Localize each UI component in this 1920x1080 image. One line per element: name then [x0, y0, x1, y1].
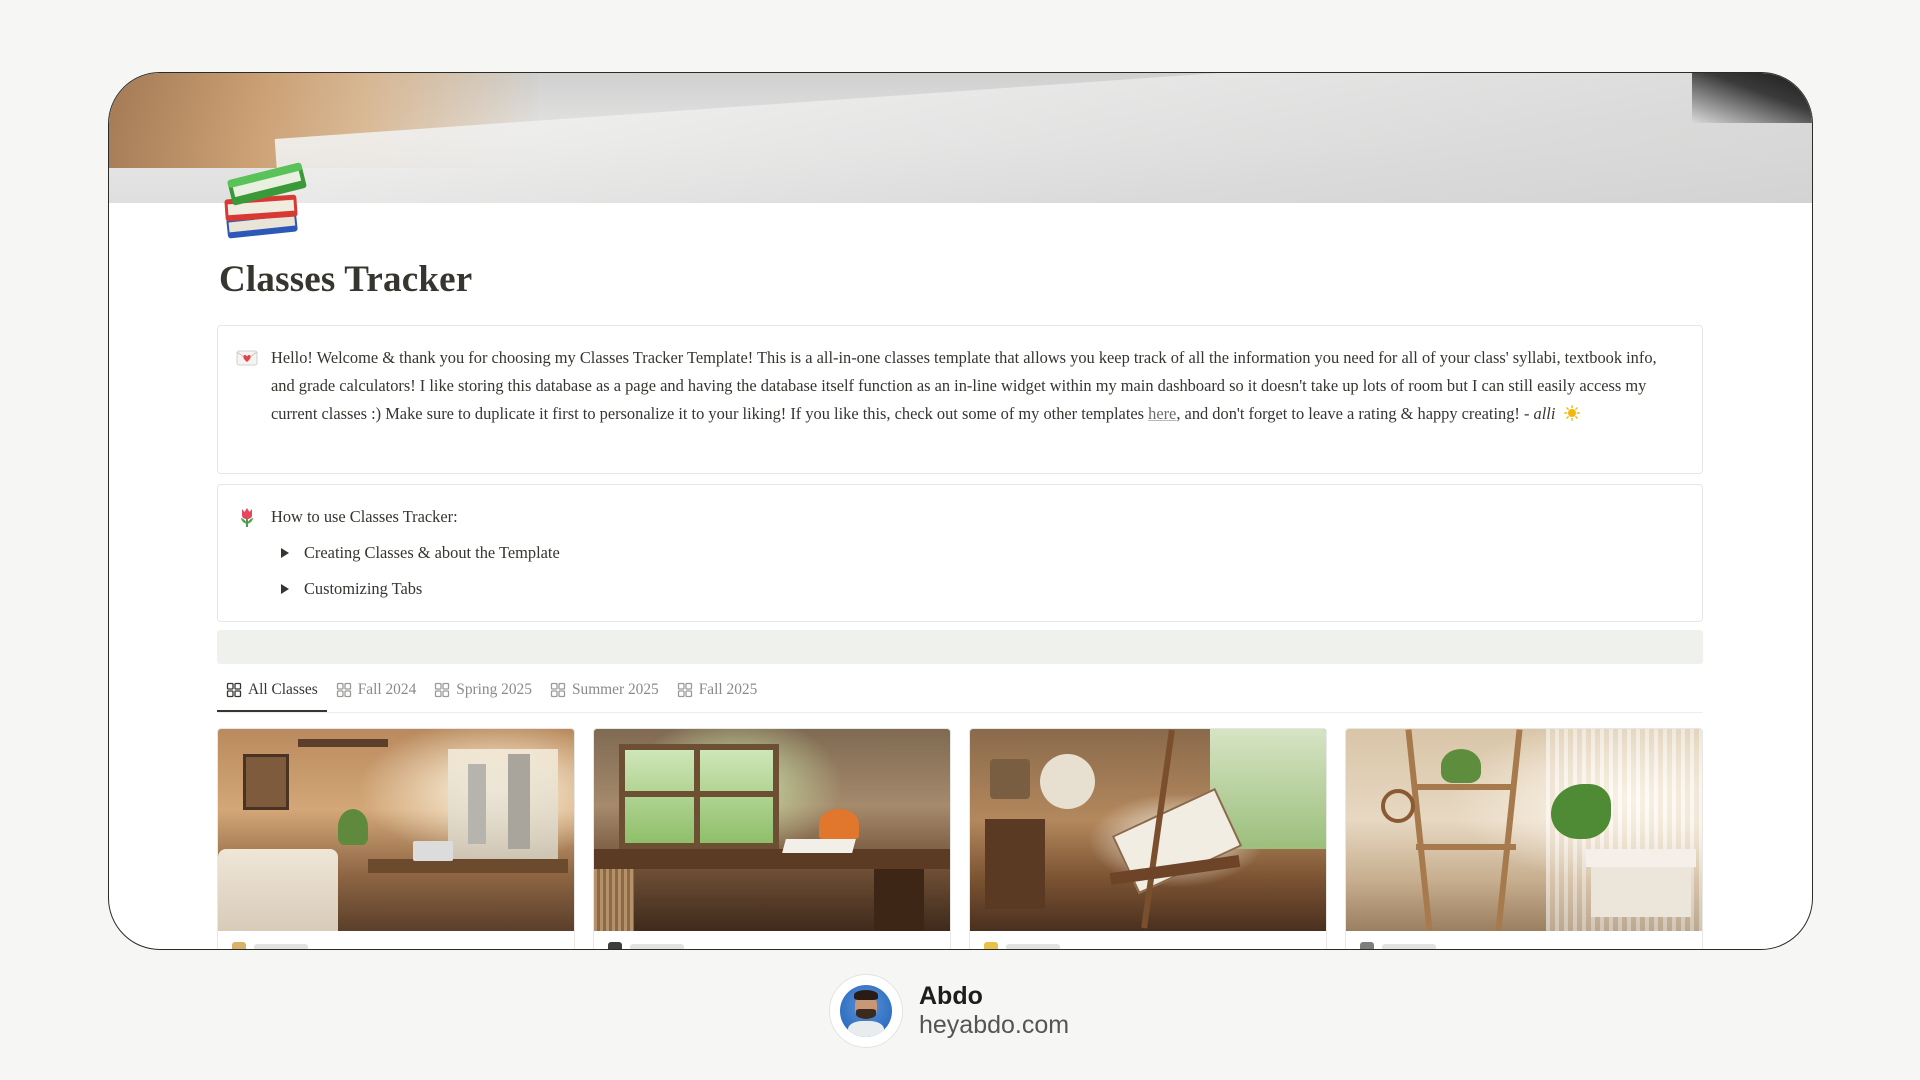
tab-fall-2024[interactable]: Fall 2024 — [327, 670, 426, 710]
gallery-card[interactable] — [1345, 728, 1703, 949]
tab-spring-2025[interactable]: Spring 2025 — [425, 670, 541, 710]
class-icon — [984, 942, 998, 949]
wooden-desk-window-photo — [594, 729, 950, 931]
tab-label: All Classes — [248, 681, 318, 698]
tab-summer-2025[interactable]: Summer 2025 — [541, 670, 668, 710]
card-footer — [594, 931, 950, 949]
page-title[interactable]: Classes Tracker — [219, 258, 472, 301]
books-icon[interactable] — [219, 153, 315, 253]
class-icon — [232, 942, 246, 949]
divider-band — [217, 630, 1703, 664]
toggle-customizing-tabs[interactable]: Customizing Tabs — [271, 575, 1672, 603]
card-footer — [970, 931, 1326, 949]
cozy-bedroom-desk-photo — [218, 729, 574, 931]
avatar[interactable] — [829, 974, 903, 1048]
class-icon — [608, 942, 622, 949]
plant-shelf-desk-photo — [1346, 729, 1702, 931]
gallery-card[interactable] — [593, 728, 951, 949]
welcome-callout[interactable]: Hello! Welcome & thank you for choosing … — [217, 325, 1703, 474]
page-cover-image[interactable] — [109, 73, 1812, 203]
gallery-card[interactable] — [969, 728, 1327, 949]
sun-icon — [1563, 405, 1580, 421]
love-letter-icon — [236, 350, 258, 366]
templates-link[interactable]: here — [1148, 404, 1176, 423]
gallery-view-icon — [677, 682, 692, 698]
gallery-view-icon — [435, 682, 450, 698]
cover-dark-corner — [1692, 73, 1812, 123]
gallery-cards — [217, 728, 1703, 949]
welcome-text: Hello! Welcome & thank you for choosing … — [271, 344, 1672, 428]
gallery-view-icon — [550, 682, 566, 698]
toggle-label: Creating Classes & about the Template — [304, 543, 560, 562]
class-name-placeholder — [1382, 944, 1436, 949]
howto-callout[interactable]: How to use Classes Tracker: Creating Cla… — [217, 484, 1703, 622]
class-icon — [1360, 942, 1374, 949]
card-footer — [218, 931, 574, 949]
art-easel-studio-photo — [970, 729, 1326, 931]
tab-label: Fall 2025 — [698, 681, 758, 698]
class-name-placeholder — [1006, 944, 1060, 949]
howto-title: How to use Classes Tracker: — [271, 507, 458, 526]
author-website[interactable]: heyabdo.com — [919, 1010, 1069, 1040]
author-name: Abdo — [919, 982, 983, 1010]
class-name-placeholder — [630, 944, 684, 949]
signature: alli — [1533, 404, 1556, 423]
tab-label: Spring 2025 — [456, 681, 532, 698]
class-name-placeholder — [254, 944, 308, 949]
database-view-tabs: All Classes Fall 2024 Spring 2025 Summer… — [217, 670, 1703, 713]
toggle-arrow-icon[interactable] — [281, 584, 289, 594]
tab-label: Fall 2024 — [357, 681, 417, 698]
author-photo — [840, 985, 892, 1037]
toggle-label: Customizing Tabs — [304, 579, 423, 598]
gallery-view-icon — [336, 682, 351, 698]
notion-page-window: Classes Tracker Hello! Welcome & thank y… — [108, 72, 1813, 950]
toggle-arrow-icon[interactable] — [281, 548, 289, 558]
gallery-card[interactable] — [217, 728, 575, 949]
welcome-body-end: , and don't forget to leave a rating & h… — [1176, 404, 1534, 423]
author-brand[interactable]: Abdo heyabdo.com — [829, 974, 1069, 1048]
brand-text: Abdo heyabdo.com — [919, 982, 1069, 1040]
gallery-view-icon — [226, 682, 242, 698]
tab-label: Summer 2025 — [571, 681, 659, 698]
tab-all-classes[interactable]: All Classes — [217, 670, 327, 712]
tulip-icon — [241, 508, 253, 527]
card-footer — [1346, 931, 1702, 949]
tab-fall-2025[interactable]: Fall 2025 — [668, 670, 767, 710]
toggle-creating-classes[interactable]: Creating Classes & about the Template — [271, 539, 1672, 567]
